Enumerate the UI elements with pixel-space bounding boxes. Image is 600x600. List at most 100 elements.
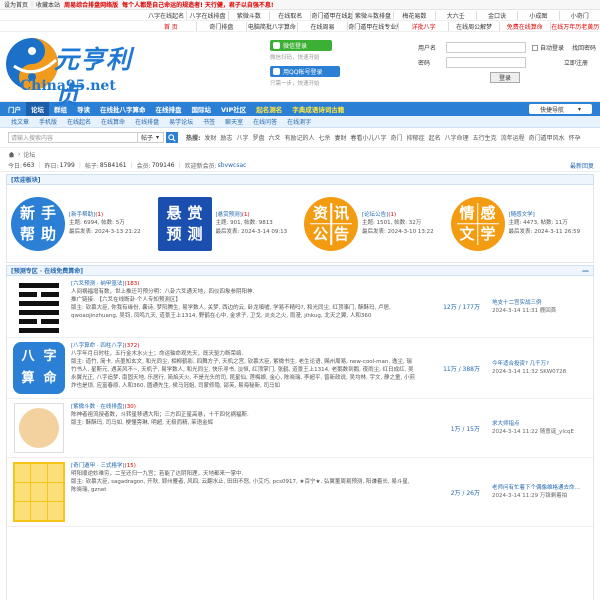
sub-nav-item[interactable]: 书签 — [198, 117, 220, 126]
essay-literature-board[interactable]: 情感文学 [随感文学] 主题: 4473, 帖数: 11万 最后发表: 2024-3-… — [447, 185, 594, 262]
quick-link[interactable]: 在线取名 — [269, 10, 310, 20]
quick-link[interactable]: 奇门遁甲在线起局 — [310, 10, 352, 20]
hot-search-term[interactable]: 六爻 — [268, 133, 280, 142]
register-link[interactable]: 立即注册 — [564, 58, 588, 67]
sub-nav-item[interactable]: 在线起名 — [62, 117, 96, 126]
qimen-icon[interactable] — [7, 462, 71, 522]
quick-link[interactable]: 金口诀 — [475, 10, 517, 20]
hot-search-term[interactable]: 八字命理 — [445, 133, 469, 142]
bookmark-link[interactable]: 收藏本站 — [36, 0, 60, 9]
quick-link[interactable]: 奇门遁甲在线专业版 — [347, 21, 398, 31]
quick-link[interactable]: 在线万年历老黄历 — [549, 21, 600, 31]
icon-glyph: 悬 — [166, 203, 182, 222]
login-button[interactable]: 登录 — [490, 72, 520, 83]
auto-login-checkbox[interactable]: 自动登录 — [532, 43, 564, 52]
home-icon[interactable] — [8, 151, 15, 158]
board-title[interactable]: [随感文学] — [509, 212, 535, 218]
hot-search-term[interactable]: 春看小儿八字 — [351, 133, 387, 142]
sub-nav-item[interactable]: 找文章 — [6, 117, 34, 126]
breadcrumb-current[interactable]: 论坛 — [23, 150, 35, 159]
hot-search-term[interactable]: 发财 — [204, 133, 216, 142]
wechat-login-button[interactable]: 微信登录 — [270, 40, 332, 51]
nav-item[interactable]: 在线排盘 — [151, 102, 187, 116]
hot-search-term[interactable]: 妻财 — [335, 133, 347, 142]
sub-nav-item[interactable]: 手机版 — [34, 117, 62, 126]
nav-item[interactable]: 论坛 — [26, 102, 49, 116]
hot-search-term[interactable]: 怀孕 — [569, 133, 581, 142]
liuyao-icon[interactable] — [7, 280, 71, 333]
ziwei-icon[interactable] — [7, 403, 71, 453]
search-button[interactable] — [166, 132, 178, 143]
newest-member-link[interactable]: sbvwcsac — [218, 162, 247, 169]
sub-nav-item[interactable]: 在线测字 — [282, 117, 316, 126]
quick-link[interactable]: 在线周易 — [296, 21, 348, 31]
hot-search-term[interactable]: 励志 — [220, 133, 232, 142]
quick-link[interactable]: 首 页 — [146, 22, 196, 31]
search-scope-select[interactable]: 帖子 ▾ — [138, 132, 164, 143]
nav-item[interactable]: 字典成语诗词古籍 — [287, 102, 349, 116]
sub-nav-item[interactable]: 在线排盘 — [130, 117, 164, 126]
hot-search-term[interactable]: 抑郁症 — [407, 133, 425, 142]
quick-link[interactable]: 小奇门 — [558, 10, 600, 20]
sub-nav-item[interactable]: 聊天室 — [220, 117, 248, 126]
qq-login-button[interactable]: 用QQ帐号登录 — [270, 66, 340, 77]
forum-title[interactable]: [紫微斗数 · 在线排盘] — [71, 404, 125, 410]
site-logo[interactable]: 元亨利贞 China95.net — [4, 36, 149, 110]
collapse-icon[interactable]: — — [582, 267, 589, 275]
board-title[interactable]: [新手帮助] — [69, 212, 95, 218]
hot-search-term[interactable]: 起名 — [429, 133, 441, 142]
board-new-count: (1) — [388, 211, 397, 218]
quick-link[interactable]: 免费在线算命 — [498, 21, 550, 31]
hot-search-term[interactable]: 七杀 — [319, 133, 331, 142]
nav-item[interactable]: 国际站 — [187, 102, 217, 116]
quick-link[interactable]: 大六壬 — [434, 10, 476, 20]
sub-nav-item[interactable]: 在线算命 — [96, 117, 130, 126]
forum-title[interactable]: [六爻预测 · 纳甲筮法] — [71, 281, 125, 287]
bounty-predict-board[interactable]: 悬赏预测 [悬赏预测](1) 主题: 901, 帖数: 9813 最后发表: 2024… — [154, 185, 301, 262]
hot-search-term[interactable]: 八字 — [236, 133, 248, 142]
quick-nav-button[interactable]: 快捷导航 ▾ — [528, 104, 592, 114]
quick-link[interactable]: 紫微斗数排盘 — [351, 10, 393, 20]
hot-search-term[interactable]: 奇门 — [391, 133, 403, 142]
quick-link[interactable]: 八字在线起名 — [146, 11, 186, 20]
forum-title[interactable]: [奇门遁甲 · 三式格学] — [71, 463, 125, 469]
password-label: 密码 — [418, 60, 431, 67]
set-home-link[interactable]: 设为首页 — [4, 0, 28, 9]
board-title[interactable]: [论坛公告] — [362, 212, 388, 218]
latest-replies-link[interactable]: 最新回复 — [570, 161, 594, 170]
last-post-title[interactable]: 老师问有忙着下个偶像维格通去命… — [492, 484, 593, 492]
hot-search-term[interactable]: 奇门遁甲风水 — [529, 133, 565, 142]
nav-item[interactable]: VIP社区 — [216, 102, 251, 116]
password-input[interactable] — [446, 57, 526, 68]
nav-item[interactable]: 门户 — [3, 102, 26, 116]
sub-nav-item[interactable]: 在线问答 — [248, 117, 282, 126]
quick-link[interactable]: 八字在线排盘 — [186, 10, 227, 20]
board-title[interactable]: [悬赏预测] — [216, 212, 242, 218]
last-post-title[interactable]: 地支十二宫实战三例 — [492, 299, 593, 307]
username-input[interactable] — [446, 42, 526, 53]
search-input[interactable]: 请输入搜索内容 — [8, 132, 138, 143]
hot-search-term[interactable]: 有励记的人 — [284, 133, 314, 142]
retrieve-password-link[interactable]: 找回密码 — [572, 43, 596, 52]
hot-search-term[interactable]: 流年运程 — [501, 133, 525, 142]
sub-nav-item[interactable]: 易学论坛 — [164, 117, 198, 126]
quick-link[interactable]: 紫微斗数 — [227, 10, 269, 20]
hot-search-term[interactable]: 五行生克 — [473, 133, 497, 142]
forum-new-count: (15) — [124, 463, 136, 469]
bazi-icon[interactable]: 八字算命 — [7, 342, 71, 394]
quick-link[interactable]: 小成图 — [517, 10, 558, 20]
quick-link[interactable]: 梅花易数 — [393, 10, 434, 20]
hot-search-term[interactable]: 罗盘 — [252, 133, 264, 142]
forum-title[interactable]: [八字算命 · 四柱八字] — [71, 343, 125, 349]
quick-link[interactable]: 电脑简批八字算命 — [246, 21, 297, 31]
icon-glyph: 文 — [459, 224, 475, 243]
quick-link[interactable]: 奇门排盘 — [195, 21, 247, 31]
last-post-title[interactable]: 今年适合投资? 几千万? — [492, 360, 593, 368]
promo-link[interactable]: 周易综合排盘网络版 — [64, 0, 118, 9]
last-post-title[interactable]: 求大师指点 — [492, 420, 593, 428]
new-user-help-board[interactable]: 新手帮助 [新手帮助](1) 主题: 6994, 帖数: 5万 最后发表: 2024-… — [7, 185, 154, 262]
forum-notice-board[interactable]: 资讯公告 [论坛公告](1) 主题: 1501, 帖数: 32万 最后发表: 2024… — [300, 185, 447, 262]
quick-link[interactable]: 在线周公解梦 — [448, 21, 499, 31]
nav-item[interactable]: 起名测名 — [251, 102, 287, 116]
quick-link[interactable]: 详批八字 — [397, 21, 449, 31]
